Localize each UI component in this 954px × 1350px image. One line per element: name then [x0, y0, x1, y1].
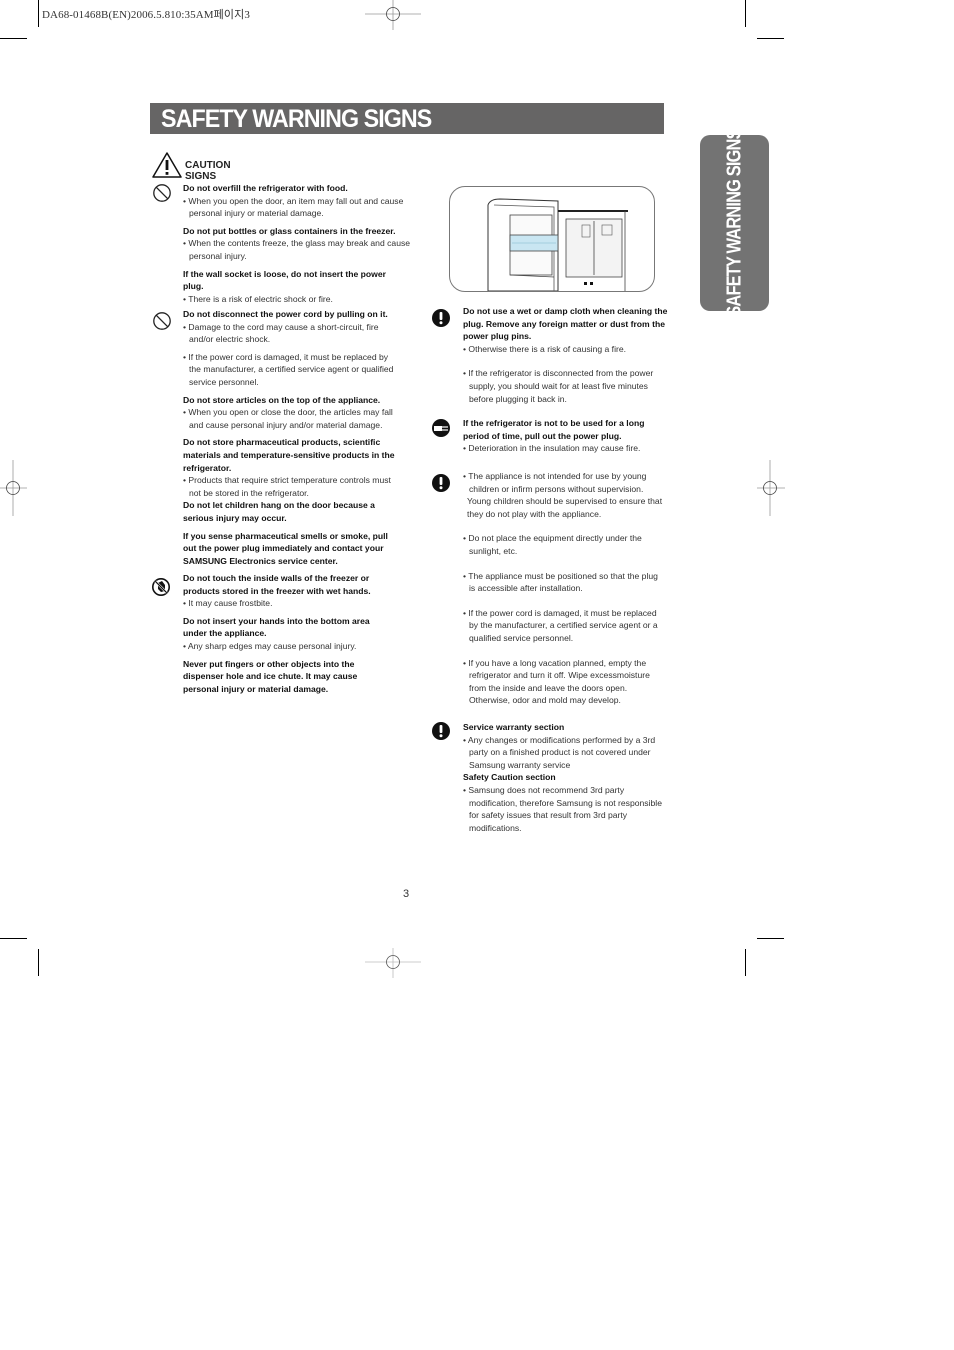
- warning-heading-text: If the refrigerator is not to be used fo…: [463, 418, 645, 441]
- registration-mark-icon: [0, 460, 27, 516]
- prohibition-icon: [153, 312, 171, 330]
- mandatory-exclamation-icon: [432, 722, 450, 740]
- crop-mark: [757, 38, 784, 39]
- registration-mark-icon: [365, 948, 421, 978]
- warning-bullet: • Any changes or modifications performed…: [463, 734, 656, 770]
- caution-bullet: • When the contents freeze, the glass ma…: [183, 238, 411, 261]
- mandatory-exclamation-icon: [432, 474, 450, 492]
- warning-group-3: • The appliance is not intended for use …: [463, 470, 663, 707]
- registration-mark-icon: [757, 460, 785, 516]
- page-title: SAFETY WARNING SIGNS: [161, 105, 432, 133]
- warning-bullet: • Do not place the equipment directly un…: [463, 533, 642, 556]
- caution-heading-text: Never put fingers or other objects into …: [183, 658, 358, 694]
- caution-heading-text: Do not store pharmaceutical products, sc…: [183, 437, 395, 473]
- crop-mark: [0, 38, 27, 39]
- crop-mark: [38, 0, 39, 27]
- caution-heading-text: Do not disconnect the power cord by pull…: [183, 309, 388, 319]
- print-header: DA68-01468B(EN)2006.5.810:35AM페이지3: [42, 9, 250, 21]
- crop-mark: [745, 949, 746, 976]
- caution-heading-text: Do not overfill the refrigerator with fo…: [183, 183, 348, 193]
- caution-bullet: • If the power cord is damaged, it must …: [183, 351, 394, 387]
- warning-triangle-icon: [152, 152, 182, 178]
- caution-heading-text: If you sense pharmaceutical smells or sm…: [183, 530, 388, 566]
- section-side-tab: SAFETY WARNING SIGNS: [700, 129, 769, 317]
- warning-bullet: • If the power cord is damaged, it must …: [463, 607, 658, 643]
- crop-mark: [38, 949, 39, 976]
- warning-group-4: Service warranty section • Any changes o…: [463, 721, 663, 834]
- caution-bullet: • It may cause frostbite.: [183, 598, 273, 609]
- prohibition-icon: [153, 184, 171, 202]
- mandatory-exclamation-icon: [432, 309, 450, 327]
- section-side-tab-label: SAFETY WARNING SIGNS: [723, 129, 745, 317]
- registration-mark-icon: [365, 0, 421, 30]
- caution-bullet: • Products that require strict temperatu…: [183, 475, 391, 498]
- caution-bullet: • There is a risk of electric shock or f…: [183, 293, 333, 304]
- page-title-bar: SAFETY WARNING SIGNS: [150, 103, 664, 134]
- warning-bullet-continued: Young children should be supervised to e…: [467, 496, 663, 519]
- caution-bullet: • Any sharp edges may cause personal inj…: [183, 640, 357, 651]
- page-number: 3: [403, 888, 410, 900]
- crop-mark: [757, 938, 784, 939]
- warning-heading-text: Safety Caution section: [463, 772, 556, 783]
- warning-group-1: Do not use a wet or damp cloth when clea…: [463, 305, 668, 405]
- warning-bullet: • If you have a long vacation planned, e…: [463, 657, 650, 706]
- caution-heading-label: CAUTION SIGNS: [185, 160, 231, 182]
- refrigerator-door-icon: [487, 198, 628, 291]
- warning-bullet: • Otherwise there is a risk of causing a…: [463, 343, 627, 354]
- crop-mark: [745, 0, 746, 27]
- caution-heading-text: Do not touch the inside walls of the fre…: [183, 573, 371, 596]
- warning-bullet: • Samsung does not recommend 3rd party m…: [463, 784, 662, 833]
- warning-heading-text: Do not use a wet or damp cloth when clea…: [463, 306, 668, 342]
- warning-heading-text: Service warranty section: [463, 722, 565, 732]
- refrigerator-illustration: [449, 186, 655, 292]
- crop-mark: [0, 938, 27, 939]
- caution-heading-text: Do not insert your hands into the bottom…: [183, 615, 370, 639]
- warning-bullet: • The appliance must be positioned so th…: [463, 570, 658, 594]
- caution-bullet: • When you open or close the door, the a…: [183, 407, 393, 430]
- caution-heading-text: Do not put bottles or glass containers i…: [183, 225, 396, 236]
- caution-group-3: Do not touch the inside walls of the fre…: [183, 572, 388, 695]
- unplug-icon: [432, 419, 450, 437]
- caution-heading-text: Do not let children hang on the door bec…: [183, 500, 375, 523]
- warning-bullet: • Deterioration in the insulation may ca…: [463, 443, 641, 454]
- caution-group-1: Do not overfill the refrigerator with fo…: [183, 182, 418, 305]
- caution-heading: CAUTION SIGNS: [152, 152, 231, 183]
- caution-heading-text: If the wall socket is loose, do not inse…: [183, 268, 386, 292]
- caution-group-2: Do not disconnect the power cord by pull…: [183, 308, 395, 567]
- warning-bullet: • If the refrigerator is disconnected fr…: [463, 368, 654, 404]
- caution-bullet: • Damage to the cord may cause a short-c…: [183, 321, 379, 345]
- caution-heading-text: Do not store articles on the top of the …: [183, 394, 381, 405]
- warning-bullet: • The appliance is not intended for use …: [463, 471, 647, 494]
- caution-bullet: • When you open the door, an item may fa…: [183, 195, 404, 219]
- no-wet-hands-icon: [152, 578, 170, 596]
- warning-group-2: If the refrigerator is not to be used fo…: [463, 417, 668, 455]
